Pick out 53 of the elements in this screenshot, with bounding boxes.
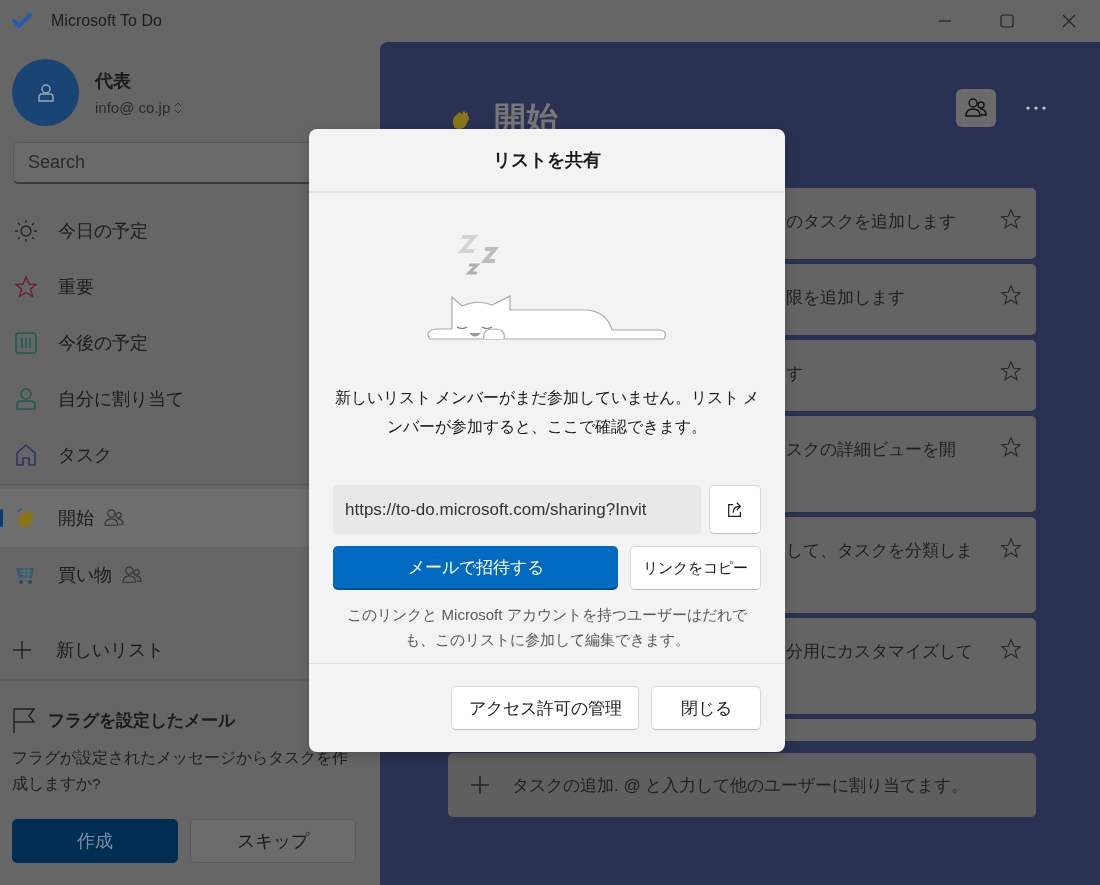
flagged-message: フラグが設定されたメッセージからタスクを作成しますか? <box>12 748 349 794</box>
window-title: Microsoft To Do <box>51 12 162 30</box>
star-icon[interactable] <box>1000 208 1022 230</box>
star-icon[interactable] <box>1000 638 1022 660</box>
star-icon[interactable] <box>1000 284 1022 306</box>
item-label: タスク <box>58 444 112 467</box>
account-name: 代表 <box>95 70 132 93</box>
task-text: 分用にカスタマイズして <box>786 641 974 663</box>
sidebar-item[interactable]: 今日の予定 <box>0 203 380 259</box>
close-icon[interactable] <box>1062 14 1076 28</box>
item-label: 重要 <box>58 276 94 299</box>
star-icon[interactable] <box>1000 537 1022 559</box>
link-field[interactable]: https://to-do.microsoft.com/sharing?Invit <box>333 485 701 534</box>
item-label: 買い物 <box>58 564 112 587</box>
more-icon[interactable] <box>1026 106 1046 110</box>
task-text: のタスクを追加します <box>786 211 957 233</box>
task-text: スクの詳細ビューを開 <box>786 439 957 461</box>
item-label: 自分に割り当て <box>58 388 184 411</box>
star-icon[interactable] <box>1000 436 1022 458</box>
item-label: 今後の予定 <box>58 332 148 355</box>
invite-email-button[interactable]: メールで招待する <box>333 546 618 590</box>
create-button[interactable]: 作成 <box>12 819 178 863</box>
close-button[interactable]: 閉じる <box>651 686 761 730</box>
task-text: 限を追加します <box>786 287 906 309</box>
star-icon <box>14 275 38 299</box>
people-icon <box>965 98 987 118</box>
account-email[interactable]: info@ co.jp <box>95 99 171 116</box>
star-icon[interactable] <box>1000 360 1022 382</box>
chevron-icon[interactable] <box>174 101 183 114</box>
checkmark-logo-icon <box>12 13 32 29</box>
maximize-icon[interactable] <box>1000 14 1014 28</box>
home-icon <box>14 443 38 467</box>
task-text: して、タスクを分類しま <box>786 540 974 562</box>
flag-icon <box>12 707 36 733</box>
plus-icon <box>470 775 490 795</box>
task-text: す <box>786 363 804 385</box>
item-label: 今日の予定 <box>58 220 148 243</box>
plus-icon <box>12 640 32 660</box>
item-label: 開始 <box>58 507 94 530</box>
person-icon <box>14 387 38 411</box>
calendar-icon <box>14 331 38 355</box>
manage-access-button[interactable]: アクセス許可の管理 <box>451 686 639 730</box>
share-icon <box>726 500 744 519</box>
add-task-bar[interactable]: タスクの追加. @ と入力して他のユーザーに割り当てます。 <box>448 753 1036 817</box>
sidebar-item[interactable]: 重要 <box>0 259 380 315</box>
share-button[interactable] <box>709 485 761 534</box>
share-people-button[interactable] <box>956 89 996 127</box>
dialog-title: リストを共有 <box>493 149 601 172</box>
copy-link-button[interactable]: リンクをコピー <box>630 546 761 590</box>
sidebar-item[interactable]: 今後の予定 <box>0 315 380 371</box>
sun-icon <box>14 219 38 243</box>
skip-button[interactable]: スキップ <box>190 819 356 863</box>
flagged-title: フラグを設定したメール <box>48 709 235 732</box>
